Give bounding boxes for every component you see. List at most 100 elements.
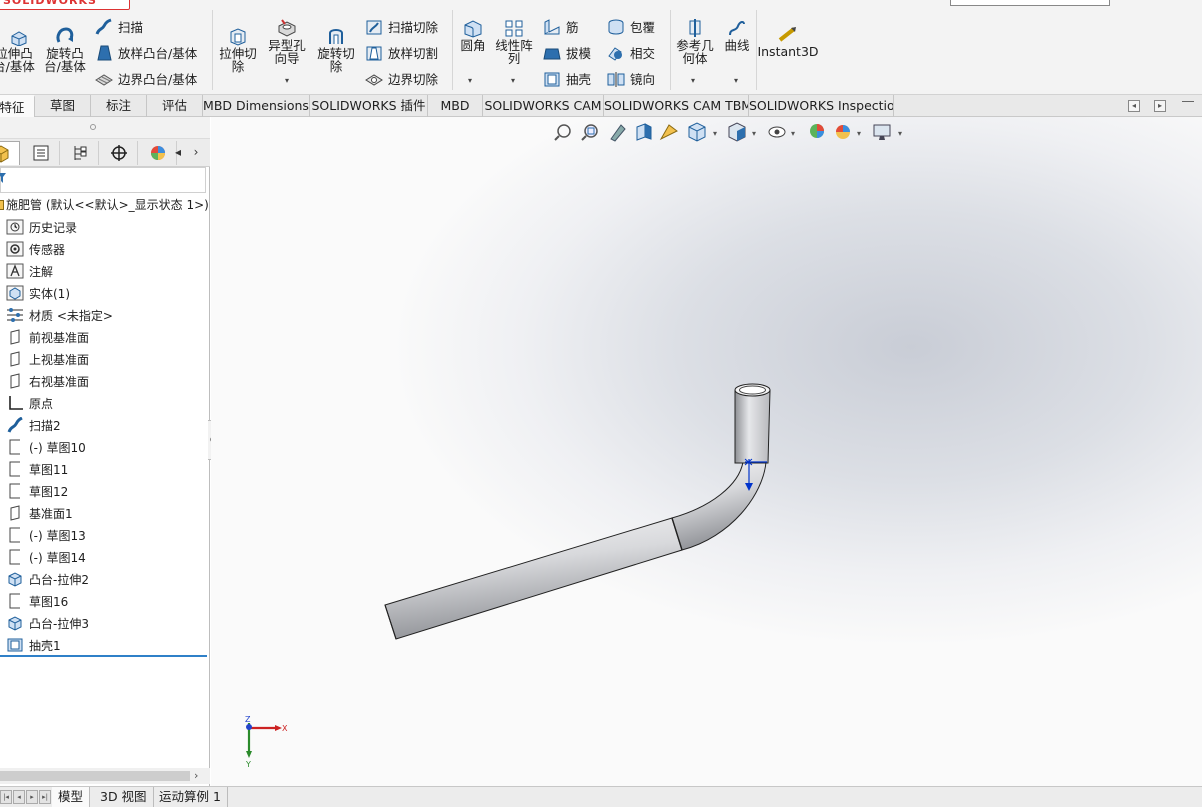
tree-horizontal-scrollbar[interactable]: ›	[0, 768, 210, 784]
sweep-label: 扫描	[118, 20, 144, 35]
fillet-button[interactable]: 圆角	[456, 18, 490, 52]
tab-sketch[interactable]: 草图	[35, 95, 91, 117]
tab-motion-study[interactable]: 运动算例 1	[153, 787, 228, 807]
swept-cut-button[interactable]: 扫描切除	[364, 17, 438, 36]
reference-geometry-icon	[689, 19, 701, 37]
panel-tabs-right-icon[interactable]: ›	[188, 143, 204, 163]
hole-wizard-label: 异型孔 向导	[268, 38, 306, 66]
tree-item-right-plane[interactable]: 右视基准面	[0, 370, 206, 392]
tab-markup[interactable]: 标注	[91, 95, 147, 117]
tab-3d-views[interactable]: 3D 视图	[94, 787, 154, 807]
tab-solidworks-cam[interactable]: SOLIDWORKS CAM	[483, 95, 604, 117]
shell-icon	[7, 638, 23, 652]
tree-item-label: 原点	[29, 396, 54, 411]
search-input[interactable]	[950, 0, 1110, 6]
tree-item-top-plane[interactable]: 上视基准面	[0, 348, 206, 370]
tree-item-boss-extrude3[interactable]: 凸台-拉伸3	[0, 612, 206, 634]
revolve-boss-button[interactable]: 旋转凸 台/基体	[42, 26, 88, 73]
revolve-cut-button[interactable]: 旋转切 除	[314, 26, 358, 73]
scrollbar-thumb[interactable]	[0, 771, 190, 781]
sweep-button[interactable]: 扫描	[94, 17, 143, 36]
wrap-button[interactable]: 包覆	[606, 17, 655, 36]
loft-boss-button[interactable]: 放样凸台/基体	[94, 43, 197, 62]
boundary-boss-button[interactable]: 边界凸台/基体	[94, 69, 197, 88]
filter-icon[interactable]	[0, 173, 6, 183]
tree-item-sketch11[interactable]: 草图11	[0, 458, 206, 480]
rollback-bar[interactable]	[0, 655, 207, 657]
tree-item-boss-extrude2[interactable]: 凸台-拉伸2	[0, 568, 206, 590]
prev-tab-icon[interactable]: ◂	[13, 790, 25, 804]
last-tab-icon[interactable]: ▸|	[39, 790, 51, 804]
tree-item-solid-bodies[interactable]: 实体(1)	[0, 282, 206, 304]
sketch-icon	[9, 439, 20, 455]
pipe-model[interactable]	[211, 117, 1202, 787]
tree-item-front-plane[interactable]: 前视基准面	[0, 326, 206, 348]
tabs-scroll-left-icon[interactable]: ◂	[1128, 100, 1140, 112]
extrude-cut-label: 拉伸切 除	[219, 46, 257, 74]
tab-evaluate[interactable]: 评估	[147, 95, 203, 117]
property-manager-tab[interactable]	[22, 141, 60, 165]
intersect-button[interactable]: 相交	[606, 43, 655, 62]
shell-button[interactable]: 抽壳	[542, 69, 591, 88]
reference-geometry-button[interactable]: 参考几 何体	[673, 18, 717, 65]
reference-geometry-dropdown-icon[interactable]: ▾	[691, 76, 695, 85]
fillet-label: 圆角	[460, 38, 486, 53]
scroll-right-icon[interactable]: ›	[194, 768, 198, 784]
extrude-cut-icon	[230, 28, 246, 46]
tab-mbd[interactable]: MBD	[428, 95, 483, 117]
tree-root-part[interactable]: 施肥管 (默认<<默认>_显示状态 1>)	[6, 194, 209, 216]
dimxpert-manager-tab[interactable]	[100, 141, 138, 165]
revolve-cut-label: 旋转切 除	[317, 46, 355, 74]
tree-item-history[interactable]: 历史记录	[0, 216, 206, 238]
tree-item-plane1[interactable]: 基准面1	[0, 502, 206, 524]
tab-solidworks-inspection[interactable]: SOLIDWORKS Inspection	[749, 95, 894, 117]
tree-item-sketch13[interactable]: (-) 草图13	[0, 524, 206, 546]
configuration-manager-tab[interactable]	[61, 141, 99, 165]
tree-filter-input[interactable]	[0, 167, 206, 193]
feature-manager-tab[interactable]	[0, 141, 20, 165]
lofted-cut-button[interactable]: 放样切割	[364, 43, 438, 62]
tree-item-annotations[interactable]: 注解	[0, 260, 206, 282]
app-logo: SOLIDWORKS	[0, 0, 130, 10]
tab-solidworks-addins[interactable]: SOLIDWORKS 插件	[310, 95, 428, 117]
linear-pattern-button[interactable]: 线性阵 列	[492, 18, 536, 65]
tab-features[interactable]: 特征	[0, 95, 35, 117]
panel-tabs-left-icon[interactable]: ◂	[170, 143, 186, 163]
draft-button[interactable]: 拔模	[542, 43, 591, 62]
graphics-area[interactable]: ▾ ▾ ▾ ▾ ▾ Z X Y	[211, 117, 1202, 787]
tree-item-sweep2[interactable]: 扫描2	[0, 414, 206, 436]
tab-mbd-dimensions[interactable]: MBD Dimensions	[203, 95, 310, 117]
tree-item-sketch12[interactable]: 草图12	[0, 480, 206, 502]
instant3d-button[interactable]: Instant3D	[757, 26, 819, 58]
tree-item-sketch14[interactable]: (-) 草图14	[0, 546, 206, 568]
tree-item-origin[interactable]: 原点	[0, 392, 206, 414]
linear-pattern-dropdown-icon[interactable]: ▾	[511, 76, 515, 85]
tree-item-sketch16[interactable]: 草图16	[0, 590, 206, 612]
tree-item-material[interactable]: 材质 <未指定>	[0, 304, 206, 326]
fillet-dropdown-icon[interactable]: ▾	[468, 76, 472, 85]
plane-icon	[10, 373, 20, 389]
tree-item-label: 传感器	[29, 242, 66, 257]
curves-dropdown-icon[interactable]: ▾	[734, 76, 738, 85]
extrude-cut-button[interactable]: 拉伸切 除	[216, 26, 260, 73]
tree-item-label: 抽壳1	[29, 638, 61, 653]
tree-item-shell1[interactable]: 抽壳1	[0, 634, 206, 656]
tabs-scroll-right-icon[interactable]: ▸	[1154, 100, 1166, 112]
curves-button[interactable]: 曲线	[720, 18, 754, 52]
mirror-button[interactable]: 镜向	[606, 69, 655, 88]
tree-item-sensors[interactable]: 传感器	[0, 238, 206, 260]
tree-item-sketch10[interactable]: (-) 草图10	[0, 436, 206, 458]
hole-wizard-button[interactable]: 异型孔 向导	[264, 18, 310, 65]
panel-tabs: ◂ ›	[0, 139, 210, 167]
intersect-icon	[608, 46, 622, 61]
tab-model[interactable]: 模型	[52, 787, 91, 807]
boundary-cut-button[interactable]: 边界切除	[364, 69, 438, 88]
next-tab-icon[interactable]: ▸	[26, 790, 38, 804]
first-tab-icon[interactable]: |◂	[0, 790, 12, 804]
hole-wizard-dropdown-icon[interactable]: ▾	[285, 76, 289, 85]
panel-grip[interactable]	[0, 117, 210, 139]
rib-button[interactable]: 筋	[542, 17, 579, 36]
tab-solidworks-cam-tbm[interactable]: SOLIDWORKS CAM TBM	[604, 95, 749, 117]
extrude-boss-button[interactable]: 拉伸凸 台/基体	[0, 28, 35, 73]
minimize-ribbon-icon[interactable]	[1182, 101, 1194, 102]
